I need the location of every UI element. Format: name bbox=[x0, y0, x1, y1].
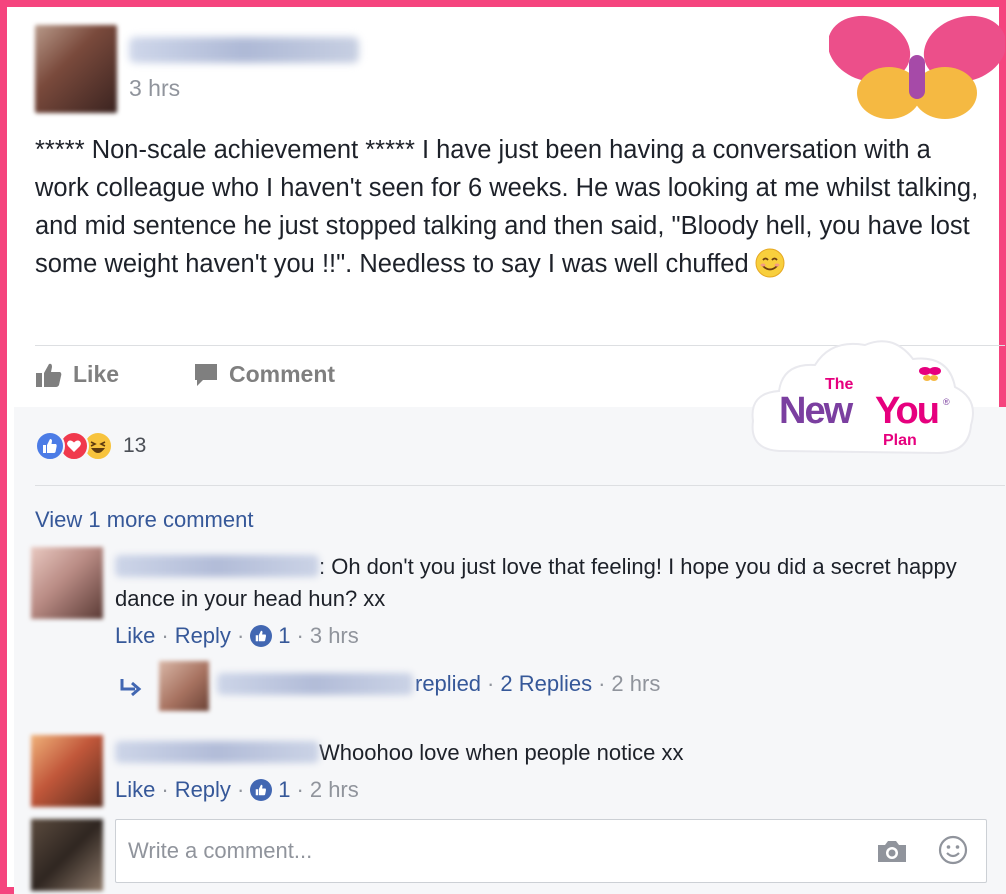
current-user-avatar bbox=[31, 819, 103, 891]
comment-timestamp[interactable]: 3 hrs bbox=[310, 623, 359, 649]
emoji-icon[interactable] bbox=[938, 835, 968, 865]
thumbs-up-icon bbox=[36, 363, 62, 387]
comment-1-meta: Like · Reply · 1 · 3 hrs bbox=[115, 623, 359, 649]
commenter-name-blurred[interactable] bbox=[115, 741, 319, 763]
comment-like-link[interactable]: Like bbox=[115, 623, 155, 649]
comment-reply-link[interactable]: Reply bbox=[175, 623, 231, 649]
replied-label: replied bbox=[415, 671, 482, 696]
separator: · bbox=[487, 671, 495, 696]
smiling-face-icon bbox=[755, 248, 785, 278]
reaction-count: 13 bbox=[123, 434, 147, 457]
comment-like-count[interactable]: 1 bbox=[278, 777, 290, 803]
comment-button[interactable]: Comment bbox=[193, 361, 335, 388]
replier-avatar[interactable] bbox=[159, 661, 209, 711]
comment-like-count[interactable]: 1 bbox=[278, 623, 290, 649]
logo-plan: Plan bbox=[883, 432, 917, 449]
comment-reply-link[interactable]: Reply bbox=[175, 777, 231, 803]
divider bbox=[35, 485, 1005, 486]
comment-label: Comment bbox=[229, 361, 336, 387]
like-label: Like bbox=[73, 361, 120, 387]
post-card: 3 hrs ***** Non-scale achievement ***** … bbox=[0, 0, 1006, 894]
butterfly-logo-icon bbox=[829, 15, 1005, 119]
like-reaction-icon bbox=[250, 625, 273, 647]
separator: · bbox=[236, 623, 245, 648]
logo-you: You bbox=[875, 390, 938, 432]
comment-1: : Oh don't you just love that feeling! I… bbox=[115, 551, 995, 615]
replier-name-blurred[interactable] bbox=[217, 673, 413, 695]
separator: · bbox=[161, 623, 169, 648]
comment-timestamp[interactable]: 2 hrs bbox=[310, 777, 359, 803]
commenter-name-blurred[interactable] bbox=[115, 555, 319, 577]
comment-text: Whoohoo love when people notice xx bbox=[319, 740, 684, 765]
like-reaction-icon bbox=[250, 779, 273, 801]
view-more-comments-link[interactable]: View 1 more comment bbox=[35, 507, 253, 533]
comment-like-link[interactable]: Like bbox=[115, 777, 155, 803]
post-body: ***** Non-scale achievement ***** I have… bbox=[35, 131, 985, 283]
separator: · bbox=[161, 777, 169, 802]
comment-composer bbox=[115, 819, 987, 883]
separator: · bbox=[598, 671, 606, 696]
new-you-plan-logo: The New You ® Plan bbox=[751, 340, 974, 455]
comment-2: Whoohoo love when people notice xx bbox=[115, 737, 995, 769]
reply-timestamp: 2 hrs bbox=[611, 671, 661, 696]
comment-input[interactable] bbox=[128, 820, 848, 882]
comment-2-meta: Like · Reply · 1 · 2 hrs bbox=[115, 777, 359, 803]
author-avatar[interactable] bbox=[35, 25, 117, 113]
commenter-avatar[interactable] bbox=[31, 735, 103, 807]
author-name-blurred[interactable] bbox=[129, 37, 359, 63]
replies-summary-link[interactable]: replied · 2 Replies · 2 hrs bbox=[217, 671, 660, 697]
like-reaction-icon bbox=[35, 431, 65, 461]
reply-arrow-icon bbox=[120, 679, 142, 697]
post-timestamp[interactable]: 3 hrs bbox=[129, 75, 180, 102]
comment-bubble-icon bbox=[195, 363, 217, 386]
logo-new: New bbox=[779, 390, 854, 432]
logo-registered: ® bbox=[943, 397, 950, 407]
replies-count[interactable]: 2 Replies bbox=[500, 671, 592, 697]
commenter-avatar[interactable] bbox=[31, 547, 103, 619]
camera-icon[interactable] bbox=[876, 838, 908, 864]
like-button[interactable]: Like bbox=[35, 361, 119, 388]
post-text: ***** Non-scale achievement ***** I have… bbox=[35, 136, 979, 278]
separator: · bbox=[296, 623, 304, 648]
reactions-summary[interactable]: 13 bbox=[35, 431, 146, 461]
separator: · bbox=[296, 777, 304, 802]
separator: · bbox=[236, 777, 245, 802]
